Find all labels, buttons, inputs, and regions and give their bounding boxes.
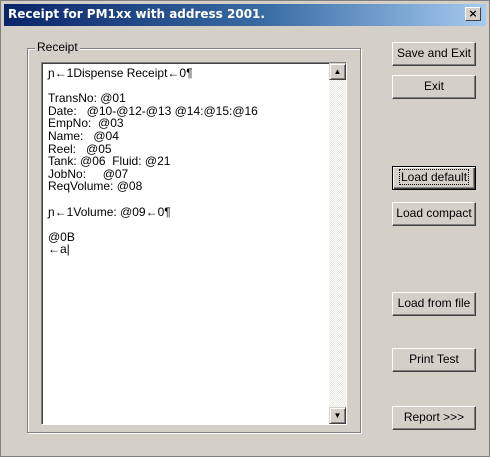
print-test-button[interactable]: Print Test — [392, 348, 476, 372]
text-line: Tank: @06 Fluid: @21 — [48, 154, 171, 169]
text-line: ɲ←1Volume: @09←0¶ — [48, 204, 171, 219]
text-line: ←a| — [48, 242, 70, 257]
vertical-scrollbar[interactable]: ▲ ▼ — [329, 63, 346, 424]
text-line: TransNo: @01 — [48, 91, 126, 106]
scroll-down-arrow-icon[interactable]: ▼ — [329, 407, 346, 424]
text-line: @0B — [48, 229, 75, 244]
load-default-button[interactable]: Load default — [392, 166, 476, 190]
text-line — [48, 193, 318, 206]
text-line: ɲ←1Dispense Receipt←0¶ — [48, 66, 193, 80]
report-button[interactable]: Report >>> — [392, 406, 476, 430]
exit-button[interactable]: Exit — [392, 75, 476, 99]
receipt-text-editor[interactable]: ɲ←1Dispense Receipt←0¶ TransNo: @01 Date… — [41, 62, 347, 425]
receipt-template-text[interactable]: ɲ←1Dispense Receipt←0¶ TransNo: @01 Date… — [48, 67, 318, 256]
scroll-up-arrow-icon[interactable]: ▲ — [329, 63, 346, 80]
save-and-exit-button[interactable]: Save and Exit — [392, 42, 476, 66]
text-line: Name: @04 — [48, 128, 119, 143]
text-line: ReqVolume: @08 — [48, 179, 143, 194]
text-line — [48, 218, 318, 231]
receipt-group-label: Receipt — [35, 40, 80, 54]
title-bar[interactable]: Receipt for PM1xx with address 2001. × — [4, 4, 486, 26]
load-from-file-button[interactable]: Load from file — [392, 292, 476, 316]
window-title: Receipt for PM1xx with address 2001. — [8, 7, 265, 21]
load-compact-button[interactable]: Load compact — [392, 202, 476, 226]
close-icon[interactable]: × — [465, 7, 481, 21]
